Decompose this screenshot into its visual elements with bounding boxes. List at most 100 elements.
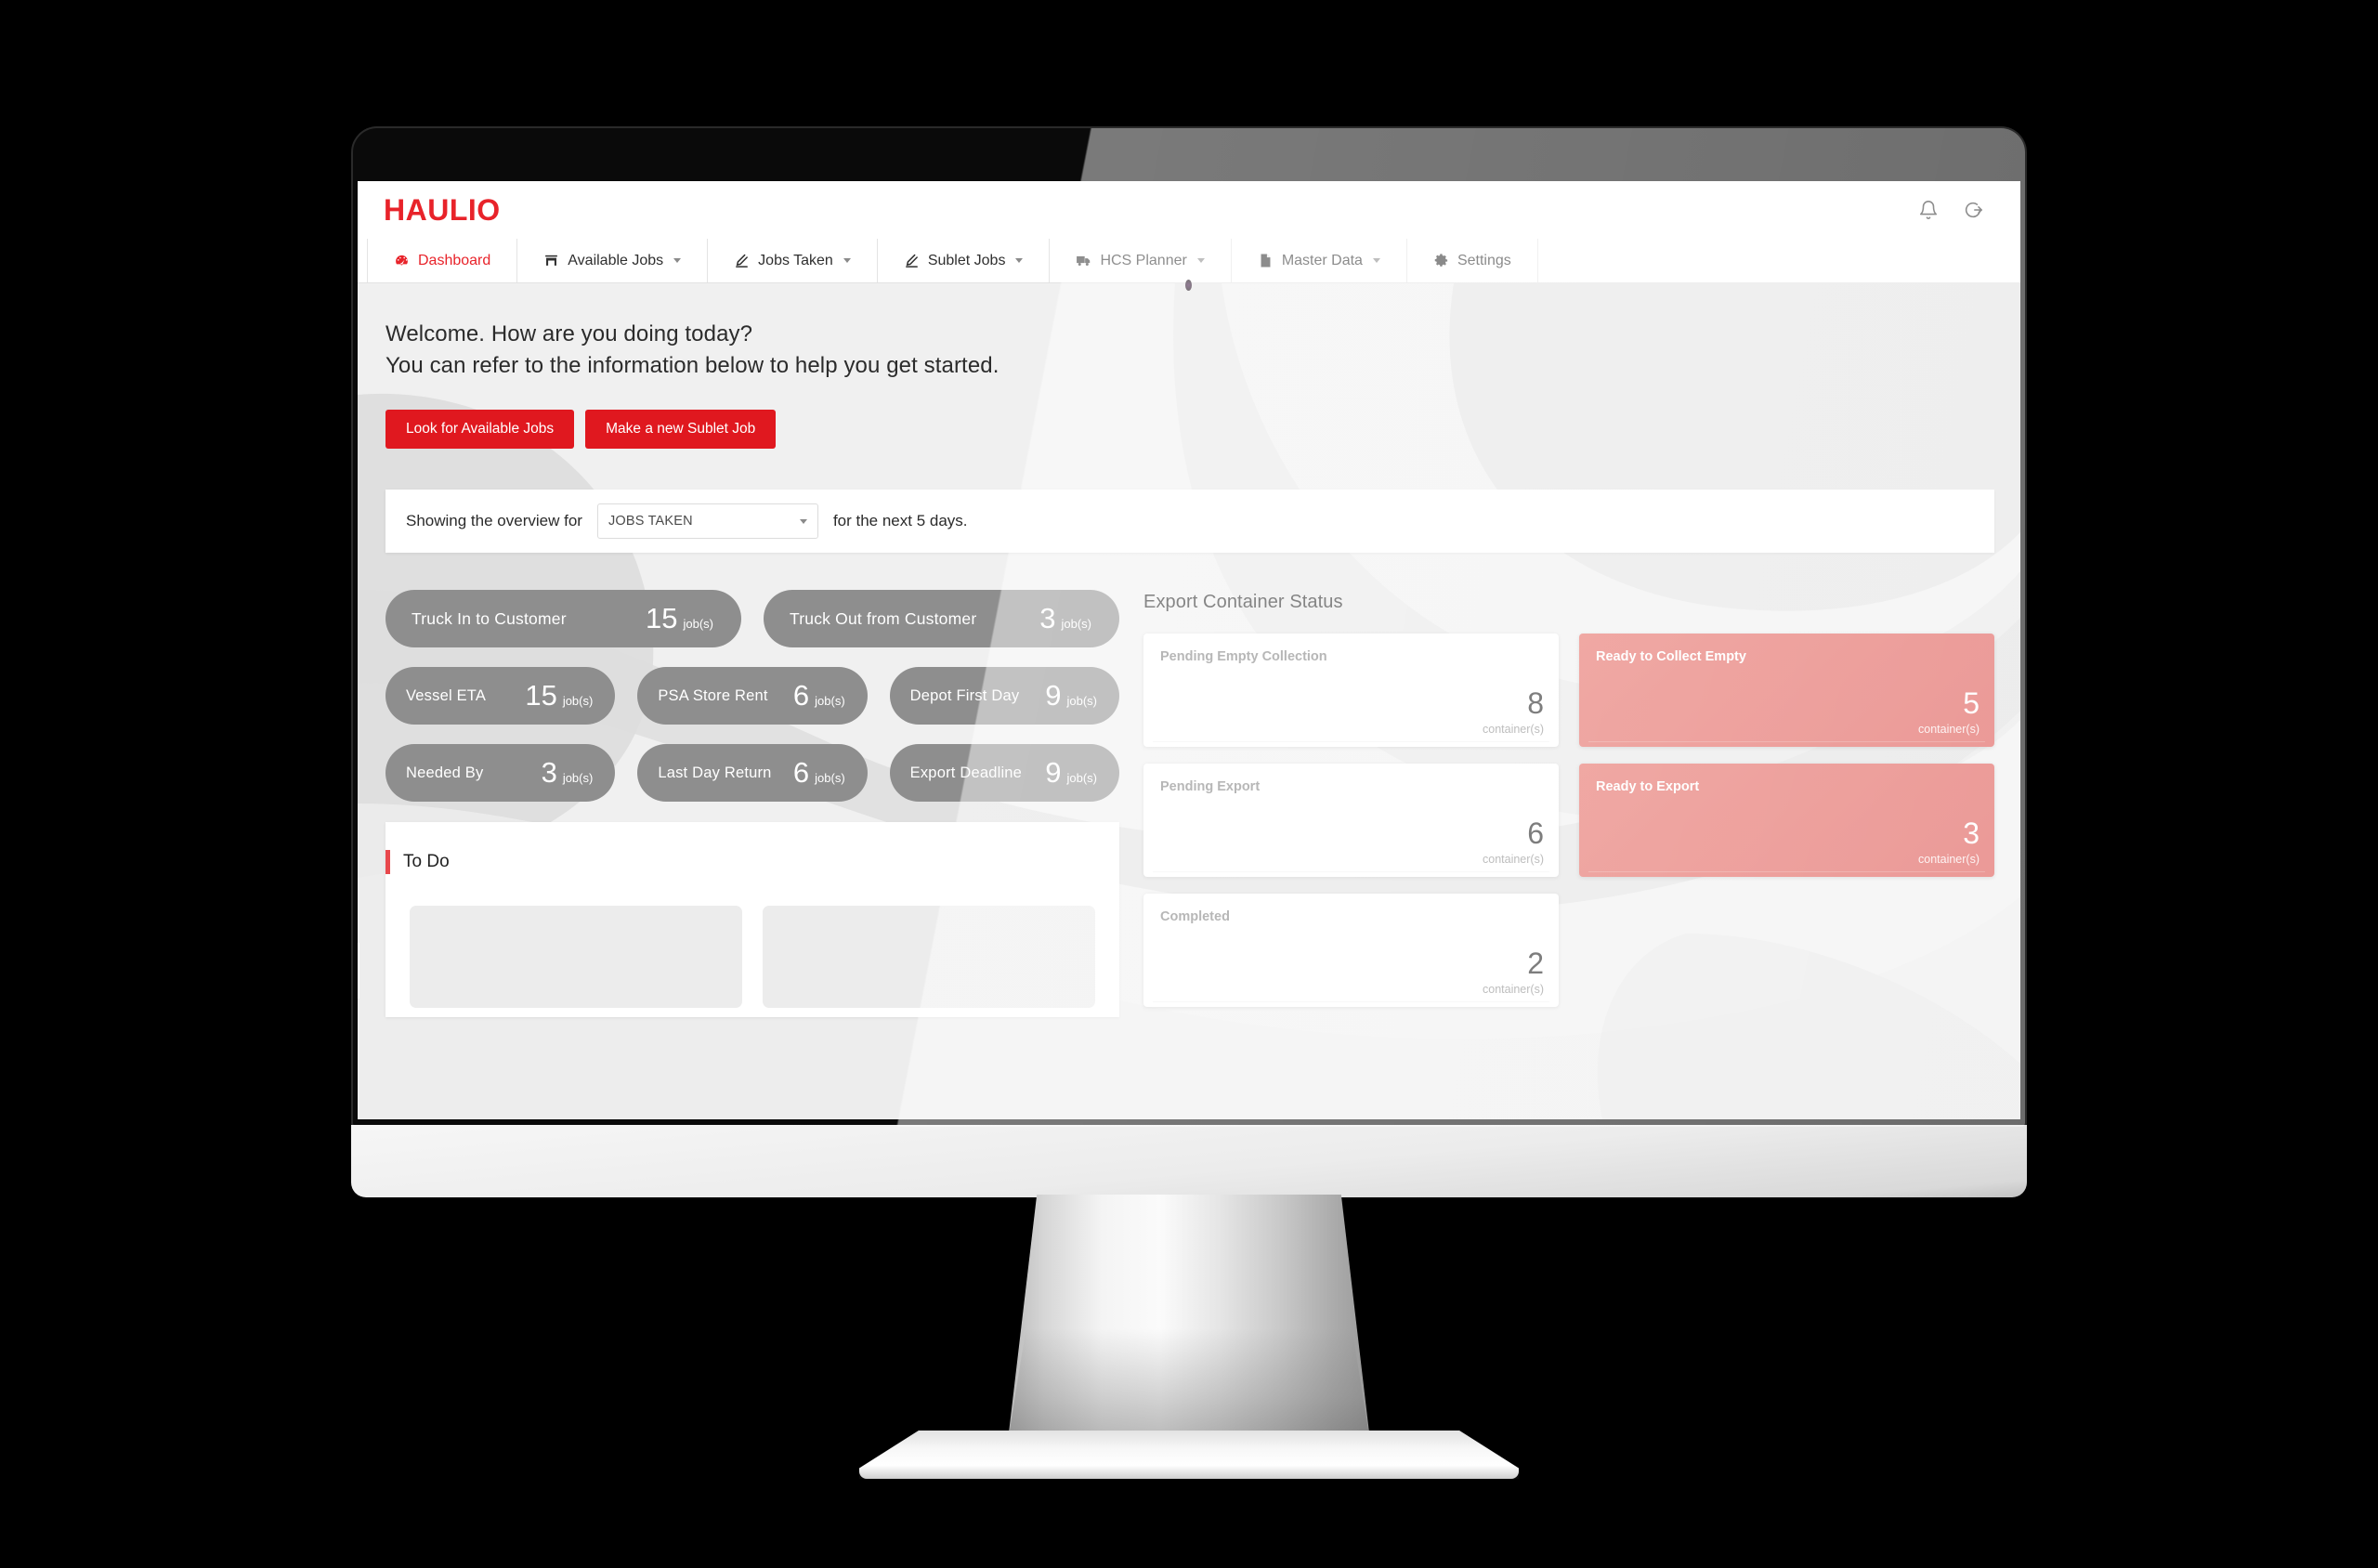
- stat-pill-row-1: Truck In to Customer 15 job(s) Truck Out…: [385, 590, 1119, 648]
- stat-pill-row-2: Vessel ETA 15 job(s) PSA Store Rent 6 jo…: [385, 667, 1119, 725]
- stat-pill-value: 3: [541, 756, 557, 790]
- monitor-stand-neck-shadow: [1008, 1328, 1370, 1442]
- export-card-pending-empty-collection[interactable]: Pending Empty Collection 8 container(s): [1143, 634, 1559, 748]
- haulio-logo[interactable]: HAULIO: [384, 193, 501, 228]
- welcome-line-2: You can refer to the information below t…: [385, 353, 1000, 379]
- todo-item-list: [410, 906, 1095, 1009]
- nav-item-label: Master Data: [1281, 252, 1363, 268]
- chevron-down-icon: [1372, 258, 1380, 263]
- export-card-value: 8: [1527, 686, 1544, 721]
- app-header: HAULIO: [358, 181, 2020, 239]
- export-card-pending-export[interactable]: Pending Export 6 container(s): [1143, 764, 1559, 878]
- chevron-down-icon: [1196, 258, 1205, 263]
- nav-item-label: HCS Planner: [1100, 252, 1187, 268]
- export-card-value: 5: [1963, 686, 1979, 721]
- nav-item-available-jobs[interactable]: Available Jobs: [516, 239, 707, 282]
- export-card-label: Ready to Export: [1596, 779, 1700, 795]
- export-card-unit: container(s): [1918, 853, 1979, 867]
- todo-item[interactable]: [763, 906, 1095, 1009]
- nav-item-label: Settings: [1457, 252, 1511, 268]
- nav-item-dashboard[interactable]: Dashboard: [367, 239, 516, 282]
- nav-item-settings[interactable]: Settings: [1405, 239, 1538, 282]
- stat-pill-unit: job(s): [562, 694, 594, 709]
- stat-pill-value: 9: [1045, 756, 1062, 790]
- nav-item-label: Jobs Taken: [758, 252, 833, 268]
- cta-button-row: Look for Available Jobs Make a new Suble…: [385, 410, 2020, 450]
- export-status-title: Export Container Status: [1143, 592, 1343, 613]
- make-new-sublet-job-button[interactable]: Make a new Sublet Job: [585, 410, 777, 450]
- export-card-value: 6: [1527, 817, 1544, 851]
- export-card-unit: container(s): [1483, 723, 1544, 737]
- stat-pill-unit: job(s): [1066, 694, 1097, 709]
- nav-item-jobs-taken[interactable]: Jobs Taken: [707, 239, 877, 282]
- gear-icon: [1433, 253, 1449, 268]
- stat-pill-value: 15: [525, 679, 557, 712]
- chevron-down-icon: [799, 518, 807, 524]
- stat-pill-unit: job(s): [815, 771, 845, 786]
- nav-item-label: Dashboard: [418, 252, 491, 268]
- stat-pill-export-deadline[interactable]: Export Deadline 9 job(s): [889, 744, 1119, 803]
- stat-pill-truck-in-to-customer[interactable]: Truck In to Customer 15 job(s): [385, 590, 741, 648]
- nav-item-label: Sublet Jobs: [927, 252, 1006, 268]
- stat-pill-label: Vessel ETA: [406, 686, 487, 704]
- screen: HAULIO Dashboard Available Jobs Jobs Tak…: [358, 181, 2020, 1119]
- export-status-grid: Pending Empty Collection 8 container(s) …: [1143, 634, 1994, 1008]
- export-card-completed[interactable]: Completed 2 container(s): [1143, 894, 1559, 1008]
- stat-pill-label: PSA Store Rent: [658, 686, 768, 704]
- logout-icon[interactable]: [1963, 200, 1983, 220]
- export-grid-spacer: [1579, 894, 1994, 1007]
- stat-pill-label: Truck In to Customer: [412, 608, 567, 628]
- stat-pill-unit: job(s): [562, 771, 594, 786]
- chevron-down-icon: [843, 258, 851, 263]
- header-icon-group: [1918, 200, 1983, 220]
- todo-accent-bar: [385, 850, 390, 875]
- export-card-label: Pending Empty Collection: [1160, 649, 1327, 665]
- stat-pill-unit: job(s): [815, 694, 845, 709]
- dashboard-gauge-icon: [394, 253, 410, 268]
- dashboard-page: Welcome. How are you doing today? You ca…: [358, 283, 2020, 1119]
- nav-item-label: Available Jobs: [568, 252, 664, 268]
- stat-pill-needed-by[interactable]: Needed By 3 job(s): [385, 744, 616, 803]
- bell-icon[interactable]: [1918, 200, 1939, 220]
- todo-card: To Do: [385, 822, 1119, 1018]
- stat-pill-label: Last Day Return: [658, 764, 772, 781]
- stat-pill-last-day-return[interactable]: Last Day Return 6 job(s): [637, 744, 868, 803]
- webcam-dot: [1185, 280, 1192, 291]
- nav-item-master-data[interactable]: Master Data: [1230, 239, 1406, 282]
- stat-pill-vessel-eta[interactable]: Vessel ETA 15 job(s): [385, 667, 616, 725]
- stat-pill-label: Truck Out from Customer: [790, 608, 977, 628]
- stat-pill-unit: job(s): [683, 617, 713, 632]
- export-card-unit: container(s): [1483, 983, 1544, 997]
- store-icon: [543, 253, 559, 268]
- stat-pill-label: Needed By: [406, 764, 484, 781]
- export-card-unit: container(s): [1918, 723, 1979, 737]
- side-port-detail: [358, 943, 359, 999]
- todo-item[interactable]: [410, 906, 742, 1009]
- stat-pill-value: 15: [646, 602, 678, 635]
- export-card-unit: container(s): [1483, 853, 1544, 867]
- export-card-ready-to-export[interactable]: Ready to Export 3 container(s): [1579, 764, 1994, 878]
- truck-icon: [1076, 253, 1091, 268]
- stat-pill-truck-out-from-customer[interactable]: Truck Out from Customer 3 job(s): [764, 590, 1119, 648]
- welcome-line-1: Welcome. How are you doing today?: [385, 321, 753, 346]
- export-card-ready-to-collect-empty[interactable]: Ready to Collect Empty 5 container(s): [1579, 634, 1994, 748]
- stat-pill-psa-store-rent[interactable]: PSA Store Rent 6 job(s): [637, 667, 868, 725]
- page-content: Welcome. How are you doing today? You ca…: [358, 283, 2020, 1018]
- job-stats-column: Truck In to Customer 15 job(s) Truck Out…: [385, 590, 1119, 1018]
- look-for-available-jobs-button[interactable]: Look for Available Jobs: [385, 410, 575, 450]
- overview-type-select[interactable]: JOBS TAKEN: [596, 503, 818, 540]
- todo-header: To Do: [385, 850, 1095, 875]
- nav-item-sublet-jobs[interactable]: Sublet Jobs: [876, 239, 1050, 282]
- chevron-down-icon: [673, 258, 682, 263]
- stat-pill-depot-first-day[interactable]: Depot First Day 9 job(s): [889, 667, 1119, 725]
- chevron-down-icon: [1015, 258, 1024, 263]
- monitor: HAULIO Dashboard Available Jobs Jobs Tak…: [353, 128, 2025, 1127]
- stat-pill-value: 6: [792, 756, 810, 790]
- document-icon: [1258, 253, 1274, 268]
- export-card-label: Completed: [1160, 909, 1230, 925]
- nav-item-hcs-planner[interactable]: HCS Planner: [1049, 239, 1230, 282]
- stat-pill-value: 6: [792, 679, 810, 712]
- pen-icon: [904, 253, 920, 268]
- stat-pill-row-3: Needed By 3 job(s) Last Day Return 6 job…: [385, 744, 1119, 803]
- overview-select-value: JOBS TAKEN: [608, 514, 693, 529]
